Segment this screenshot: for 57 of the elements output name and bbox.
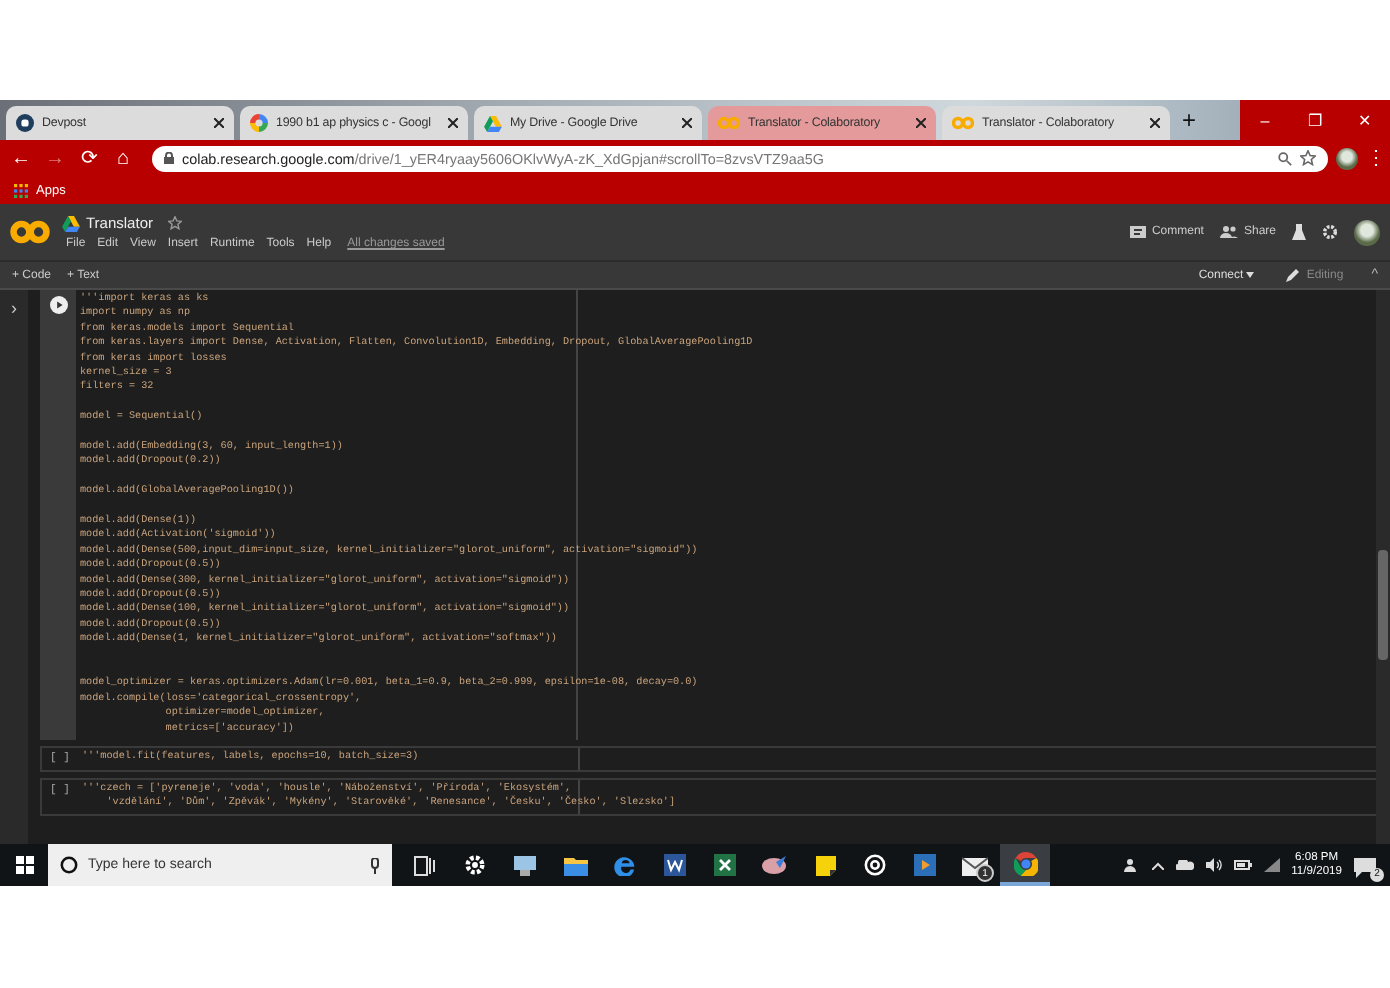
close-icon[interactable] <box>682 118 692 128</box>
cloud-icon[interactable] <box>1175 860 1194 870</box>
comment-icon <box>1129 225 1146 239</box>
window-control[interactable]: – <box>1240 100 1290 140</box>
network-icon[interactable] <box>1263 858 1280 872</box>
window-control[interactable]: ❐ <box>1290 100 1340 140</box>
sidebar-toggle[interactable]: › <box>11 294 17 844</box>
chevron-up-icon[interactable] <box>1151 861 1164 869</box>
edge-icon[interactable] <box>614 854 636 876</box>
star-icon[interactable] <box>168 216 183 230</box>
notification-icon[interactable] <box>1354 857 1376 877</box>
folder-icon[interactable] <box>563 855 587 875</box>
tab-logo-icon <box>16 114 34 132</box>
profile-avatar[interactable] <box>1336 147 1358 169</box>
lock-icon <box>164 152 174 164</box>
close-icon[interactable] <box>916 118 926 128</box>
scrollbar[interactable] <box>1376 290 1390 844</box>
task-view-icon[interactable] <box>414 855 436 875</box>
drive-icon <box>62 215 80 231</box>
sticky-note-icon[interactable] <box>815 855 835 875</box>
people-icon <box>1219 226 1238 238</box>
bookmark-star-icon[interactable] <box>1300 150 1316 166</box>
close-icon[interactable] <box>448 118 458 128</box>
spreadsheet-icon[interactable] <box>714 854 736 876</box>
nav-button[interactable]: ← <box>8 147 34 169</box>
run-button[interactable] <box>49 296 67 314</box>
windows-start-icon[interactable] <box>16 856 34 874</box>
microphone-icon[interactable] <box>370 857 380 873</box>
nav-button[interactable]: ⌂ <box>110 147 136 169</box>
zoom-icon[interactable] <box>1278 151 1292 165</box>
settings-icon[interactable] <box>1322 224 1338 240</box>
nav-button[interactable]: ⟳ <box>76 146 102 170</box>
apps-grid-icon[interactable] <box>14 183 28 197</box>
volume-icon[interactable] <box>1205 858 1222 872</box>
window-control[interactable]: ✕ <box>1340 100 1390 140</box>
computer-icon[interactable] <box>512 854 538 876</box>
flask-icon[interactable] <box>1292 224 1306 240</box>
close-icon[interactable] <box>214 118 224 128</box>
pencil-icon <box>1286 268 1301 282</box>
chrome-icon[interactable] <box>1013 851 1037 875</box>
close-icon[interactable] <box>1150 118 1160 128</box>
dropdown-caret-icon <box>1246 271 1255 277</box>
colab-icon <box>952 116 974 130</box>
colab-logo-icon <box>10 220 50 244</box>
search-icon <box>60 856 78 874</box>
user-avatar[interactable] <box>1354 219 1380 245</box>
taskbar-app[interactable] <box>1000 844 1050 886</box>
people-icon[interactable] <box>1123 858 1140 872</box>
google-icon <box>250 114 268 132</box>
paint-icon[interactable] <box>762 854 788 876</box>
colab-icon <box>718 116 740 130</box>
battery-icon[interactable] <box>1233 860 1252 870</box>
word-icon[interactable] <box>664 854 686 876</box>
drive-icon <box>484 115 502 131</box>
browser-menu-button[interactable]: ⋮ <box>1366 146 1382 170</box>
disc-icon[interactable] <box>864 854 886 876</box>
new-tab-button[interactable]: + <box>1182 106 1197 134</box>
